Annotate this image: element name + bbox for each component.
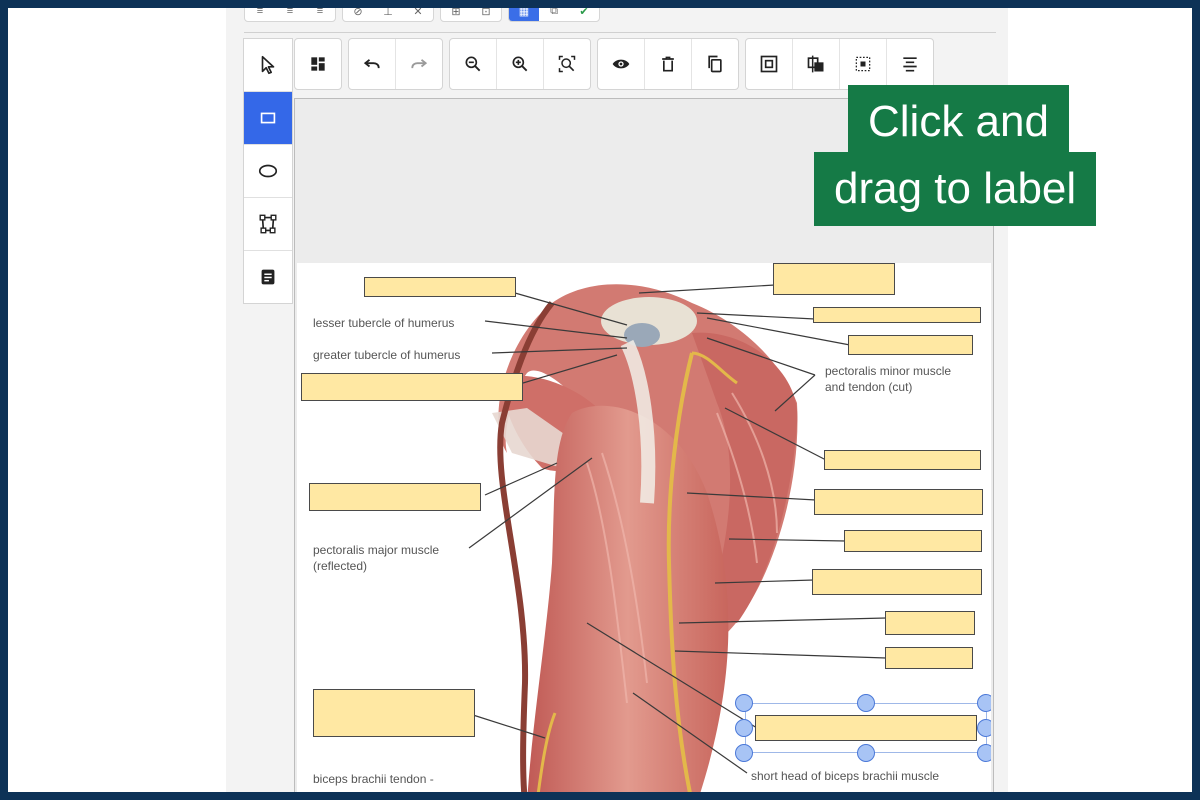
pointer-icon — [261, 55, 275, 75]
eye-icon — [612, 59, 630, 69]
label-box-3[interactable] — [309, 483, 481, 511]
layout-button[interactable] — [295, 39, 341, 89]
copy-icon — [708, 55, 722, 73]
label-box-1[interactable] — [364, 277, 516, 297]
send-back-button[interactable] — [793, 39, 840, 89]
duplicate-button[interactable] — [692, 39, 738, 89]
main-toolbar — [294, 38, 934, 90]
zoom-fit-icon — [558, 55, 576, 73]
annotation-line: and tendon (cut) — [825, 380, 913, 394]
rectangle-tool[interactable] — [244, 92, 292, 145]
toolbar-divider — [244, 32, 996, 33]
ellipse-icon — [258, 164, 278, 178]
strip-group-2: ⊘ ⊥ ✕ — [342, 8, 434, 22]
notes-tool[interactable] — [244, 251, 292, 303]
undo-icon — [363, 59, 380, 69]
label-box-6[interactable] — [848, 335, 973, 355]
resize-handle-bottom-middle[interactable] — [857, 744, 875, 762]
toolbar-group-arrange — [745, 38, 934, 90]
polygon-tool[interactable] — [244, 198, 292, 251]
instruction-banner-line1: Click and — [848, 85, 1069, 159]
trash-icon — [662, 56, 674, 72]
list-icon[interactable]: ≡ — [245, 8, 275, 21]
tool-icon[interactable]: ⊘ — [343, 8, 373, 21]
strip-group-4: ▦ ⧉ ✔ — [508, 8, 600, 22]
resize-handle-bottom-left[interactable] — [735, 744, 753, 762]
resize-handle-top-middle[interactable] — [857, 694, 875, 712]
annotation-biceps-tendon: biceps brachii tendon - — [313, 772, 434, 786]
list-icon[interactable]: ≡ — [275, 8, 305, 21]
rectangle-icon — [260, 112, 276, 124]
send-back-icon — [807, 55, 824, 73]
resize-handle-top-left[interactable] — [735, 694, 753, 712]
annotation-pectoralis-minor: pectoralis minor muscle and tendon (cut) — [825, 363, 951, 395]
resize-handle-top-right[interactable] — [977, 694, 991, 712]
toolbar-group-history — [348, 38, 443, 90]
ellipse-tool[interactable] — [244, 145, 292, 198]
strip-group-1: ≡ ≡ ≡ — [244, 8, 336, 22]
zoom-in-button[interactable] — [497, 39, 544, 89]
frame-icon[interactable]: ⊡ — [471, 8, 501, 21]
zoom-in-icon — [512, 56, 528, 72]
zoom-out-button[interactable] — [450, 39, 497, 89]
visibility-button[interactable] — [598, 39, 645, 89]
link-icon[interactable]: ⧉ — [539, 8, 569, 21]
label-box-2[interactable] — [301, 373, 523, 401]
strip-group-3: ⊞ ⊡ — [440, 8, 502, 22]
tool-icon[interactable]: ✕ — [403, 8, 433, 21]
tool-icon[interactable]: ⊥ — [373, 8, 403, 21]
frame-icon[interactable]: ⊞ — [441, 8, 471, 21]
zoom-fit-button[interactable] — [544, 39, 590, 89]
resize-handle-middle-right[interactable] — [977, 719, 991, 737]
align-button[interactable] — [887, 39, 933, 89]
grid-icon[interactable]: ▦ — [509, 8, 539, 21]
resize-handle-middle-left[interactable] — [735, 719, 753, 737]
notes-icon — [261, 269, 275, 285]
label-box-8[interactable] — [814, 489, 983, 515]
top-toolbar-strip: ≡ ≡ ≡ ⊘ ⊥ ✕ ⊞ ⊡ ▦ ⧉ ✔ — [244, 8, 600, 26]
annotation-short-head: short head of biceps brachii muscle — [751, 769, 940, 783]
delete-button[interactable] — [645, 39, 692, 89]
label-box-9[interactable] — [844, 530, 982, 552]
instruction-banner-line2: drag to label — [814, 152, 1097, 226]
annotation-line: (reflected) — [313, 559, 368, 573]
redo-icon — [411, 59, 428, 69]
annotation-line: pectoralis minor muscle — [825, 364, 952, 378]
toolbar-group-edit — [597, 38, 739, 90]
bring-front-button[interactable] — [746, 39, 793, 89]
annotation-greater-tubercle: greater tubercle of humerus — [313, 348, 461, 362]
label-box-13[interactable] — [313, 689, 475, 737]
anatomy-image[interactable]: lesser tubercle of humerus greater tuber… — [297, 263, 991, 792]
label-box-10[interactable] — [812, 569, 982, 595]
resize-handle-bottom-right[interactable] — [977, 744, 991, 762]
select-region-button[interactable] — [840, 39, 887, 89]
toolbar-group-layout — [294, 38, 342, 90]
label-box-5[interactable] — [813, 307, 981, 323]
label-box-selected[interactable] — [755, 715, 977, 741]
toolbar-group-zoom — [449, 38, 591, 90]
region-icon — [855, 56, 871, 72]
label-box-12[interactable] — [885, 647, 973, 669]
left-toolbar — [243, 38, 293, 304]
check-icon[interactable]: ✔ — [569, 8, 599, 21]
select-tool[interactable] — [244, 39, 292, 92]
annotation-lesser-tubercle: lesser tubercle of humerus — [313, 316, 455, 330]
bring-front-icon — [760, 55, 778, 73]
annotation-pectoralis-major: pectoralis major muscle (reflected) — [313, 542, 439, 574]
label-box-7[interactable] — [824, 450, 981, 470]
align-icon — [903, 57, 917, 72]
annotation-line: pectoralis major muscle — [313, 543, 440, 557]
label-box-4[interactable] — [773, 263, 895, 295]
label-box-11[interactable] — [885, 611, 975, 635]
screenshot-frame: ≡ ≡ ≡ ⊘ ⊥ ✕ ⊞ ⊡ ▦ ⧉ ✔ lesser tubercle of… — [8, 8, 1192, 792]
layout-icon — [311, 57, 325, 71]
list-icon[interactable]: ≡ — [305, 8, 335, 21]
redo-button[interactable] — [396, 39, 442, 89]
undo-button[interactable] — [349, 39, 396, 89]
polygon-icon — [259, 214, 277, 234]
zoom-out-icon — [465, 56, 481, 72]
